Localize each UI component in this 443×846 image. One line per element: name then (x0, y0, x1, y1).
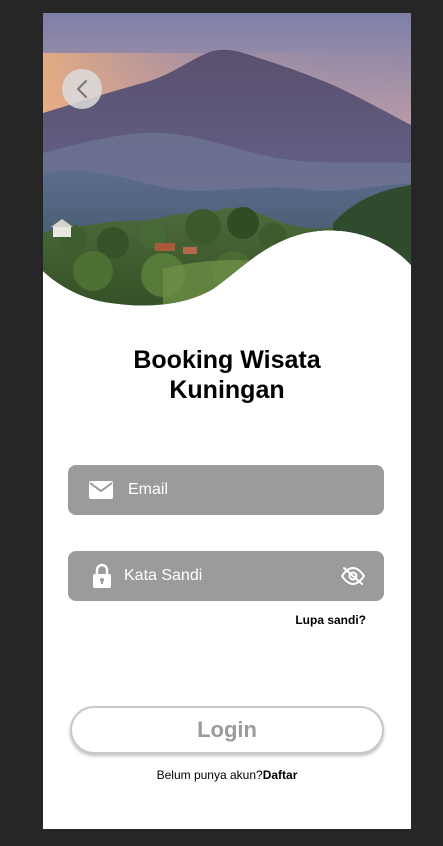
back-button[interactable] (62, 69, 102, 109)
signup-prompt-text: Belum punya akun? (156, 768, 263, 782)
hero-image (43, 13, 411, 323)
signup-link[interactable]: Daftar (263, 768, 298, 782)
title-line-2: Kuningan (169, 376, 285, 404)
password-field[interactable] (68, 551, 384, 601)
lock-icon (92, 563, 112, 589)
app-screen: Booking Wisata Kuningan Email Lupa sandi… (43, 13, 411, 829)
login-button[interactable]: Login (70, 706, 384, 754)
title-line-1: Booking Wisata (133, 346, 321, 374)
password-input[interactable] (124, 551, 324, 601)
forgot-password-link[interactable]: Lupa sandi? (295, 613, 366, 627)
envelope-icon (88, 480, 114, 500)
page-title: Booking Wisata Kuningan (43, 345, 411, 405)
email-field[interactable] (68, 465, 384, 515)
signup-prompt: Belum punya akun?Daftar (43, 768, 411, 782)
eye-slash-icon[interactable] (340, 566, 366, 586)
chevron-left-icon (75, 79, 89, 99)
email-input[interactable] (128, 465, 368, 515)
